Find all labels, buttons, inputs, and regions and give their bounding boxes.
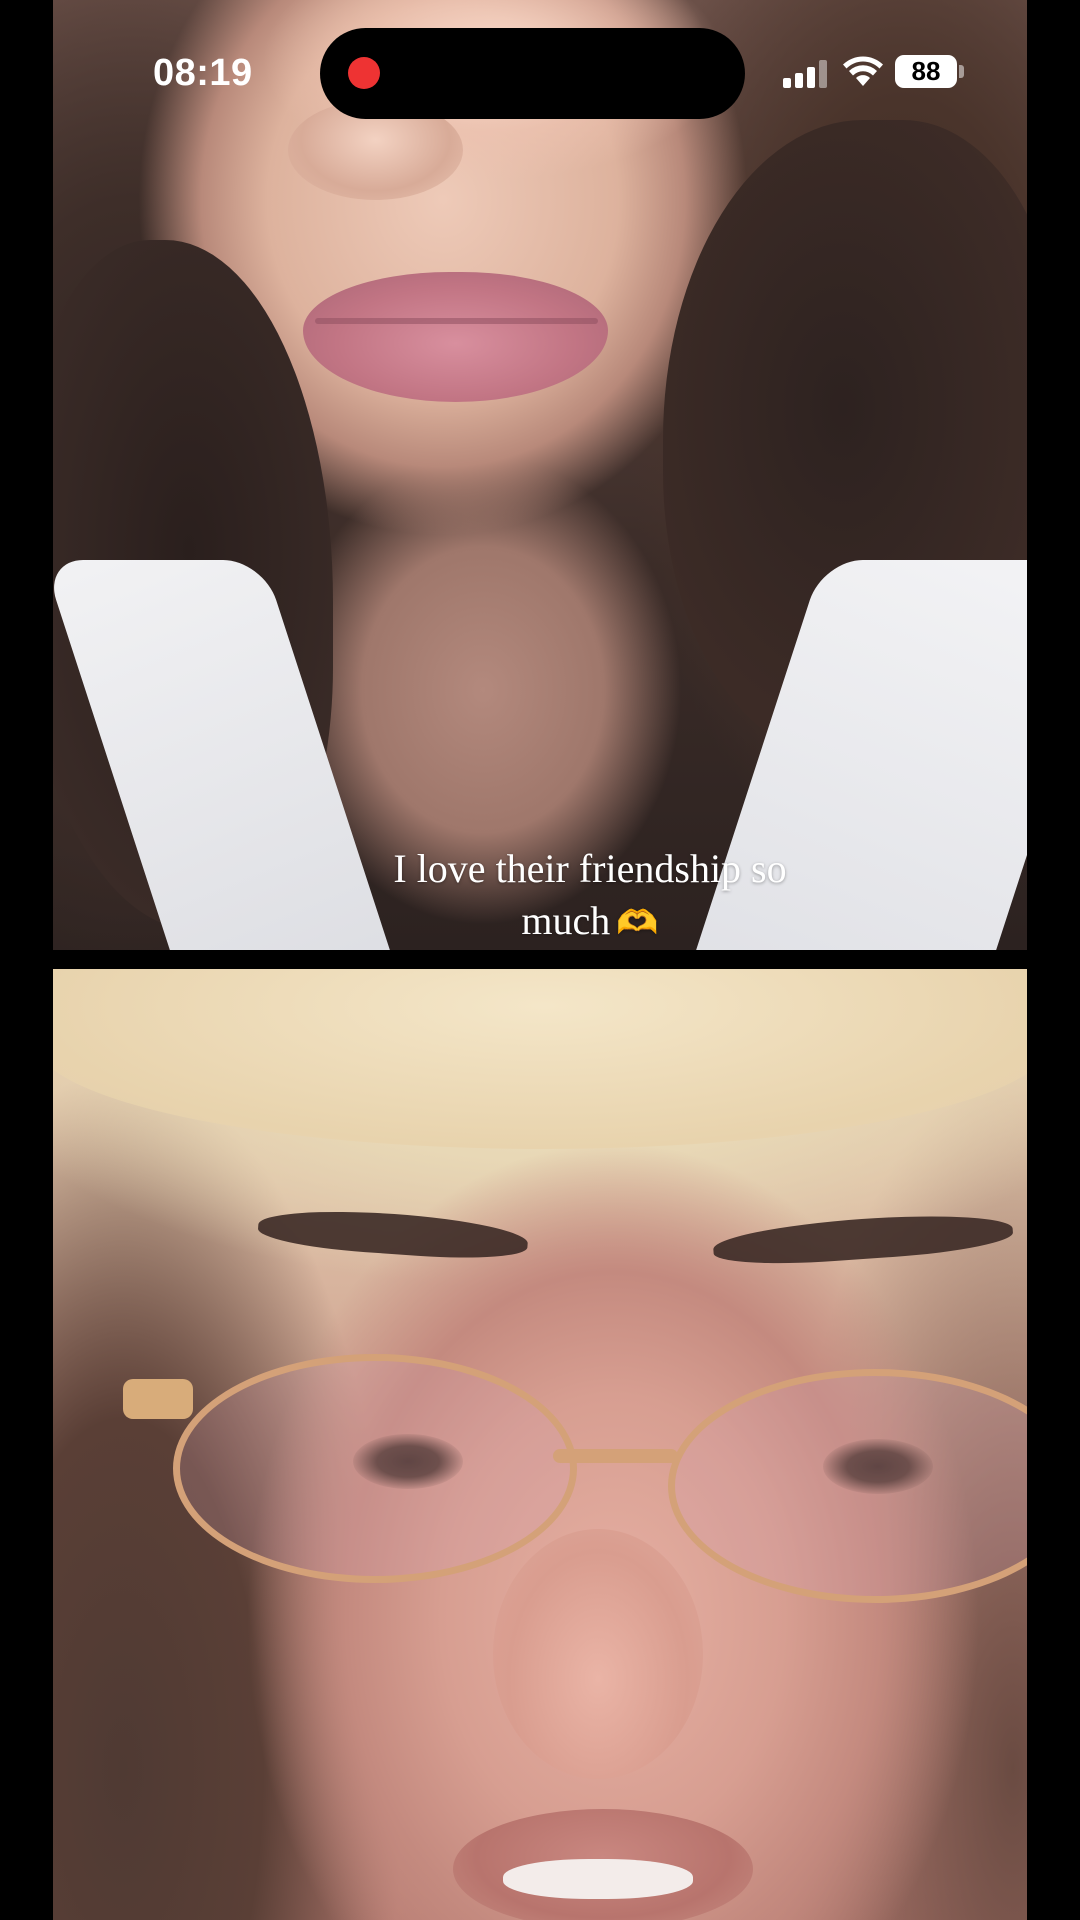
battery-cap-icon — [959, 65, 964, 78]
recording-indicator-icon — [348, 57, 380, 89]
caption-line-2-text: much — [521, 898, 611, 943]
heart-hands-icon: 🫶 — [616, 903, 659, 943]
wifi-icon — [843, 56, 883, 86]
battery-level: 88 — [911, 56, 941, 86]
video-glasses-lens-right — [668, 1369, 1027, 1603]
video-brow-right — [711, 1208, 1015, 1270]
video-lips — [303, 272, 608, 402]
video-lip-line — [315, 318, 598, 324]
video-hat — [53, 969, 1027, 1149]
caption-line-2: much 🫶 — [280, 895, 900, 949]
video-tile-top[interactable] — [53, 0, 1027, 950]
video-teeth — [503, 1859, 693, 1899]
video-glasses-lens-left — [173, 1354, 577, 1583]
video-brow-left — [256, 1204, 530, 1264]
caption-text: I love their friendship so much 🫶 — [280, 843, 900, 949]
video-tile-bottom[interactable] — [53, 969, 1027, 1920]
cellular-signal-icon — [783, 60, 827, 88]
status-time: 08:19 — [153, 52, 253, 94]
video-glasses-temple — [123, 1379, 193, 1419]
battery-icon: 88 — [895, 55, 957, 88]
video-nose-bottom — [493, 1529, 703, 1779]
caption-line-1: I love their friendship so — [393, 846, 787, 891]
status-bar: 08:19 88 — [0, 0, 1080, 140]
dynamic-island[interactable] — [320, 28, 745, 119]
video-glasses-bridge — [553, 1449, 678, 1463]
